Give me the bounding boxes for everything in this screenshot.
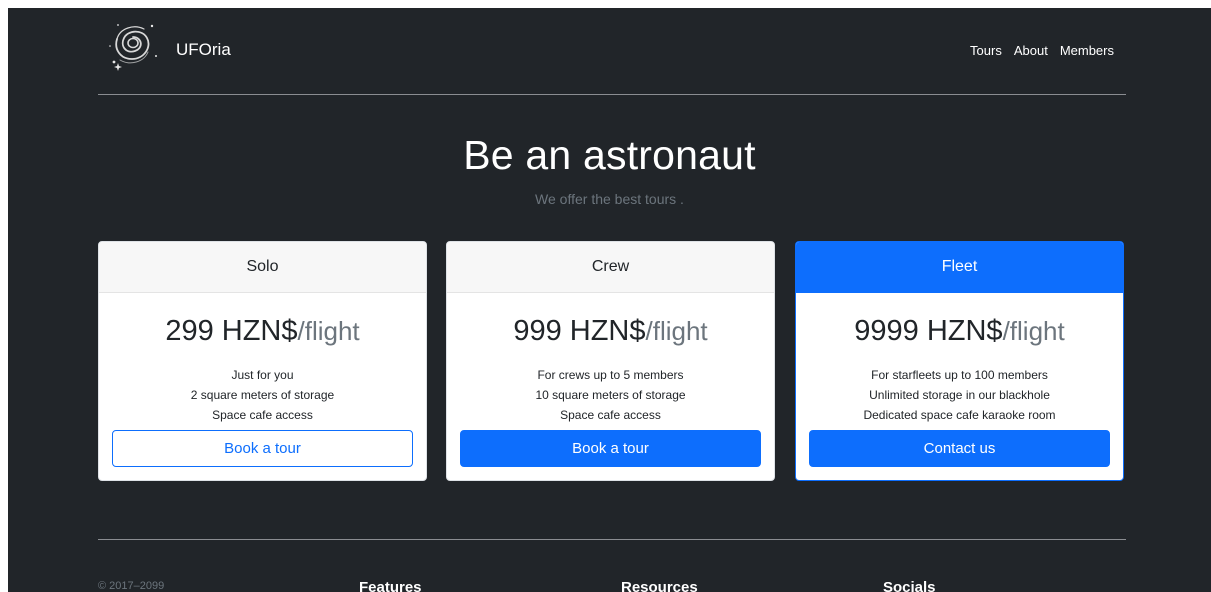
plan-card-crew: Crew 999 HZN$/flight For crews up to 5 m… bbox=[446, 241, 775, 481]
plan-card-fleet: Fleet 9999 HZN$/flight For starfleets up… bbox=[795, 241, 1124, 481]
plan-features: Just for you 2 square meters of storage … bbox=[99, 365, 426, 425]
plan-features: For starfleets up to 100 members Unlimit… bbox=[796, 365, 1123, 425]
page: UFOria Tours About Members Be an astrona… bbox=[8, 8, 1211, 592]
plan-price-amount: 299 HZN$ bbox=[165, 315, 298, 347]
plan-card-solo: Solo 299 HZN$/flight Just for you 2 squa… bbox=[98, 241, 427, 481]
spiral-galaxy-icon[interactable] bbox=[104, 16, 162, 74]
plan-price: 9999 HZN$/flight bbox=[796, 311, 1123, 351]
site-header: UFOria Tours About Members bbox=[98, 8, 1126, 95]
plan-name: Crew bbox=[447, 242, 774, 293]
plan-feature: Space cafe access bbox=[560, 408, 661, 422]
contact-us-button[interactable]: Contact us bbox=[809, 430, 1110, 467]
nav-members-link[interactable]: Members bbox=[1060, 43, 1114, 58]
hero-subtitle: We offer the best tours . bbox=[535, 191, 684, 207]
footer-heading-features: Features bbox=[359, 579, 422, 592]
nav-about-link[interactable]: About bbox=[1014, 43, 1048, 58]
plan-price: 299 HZN$/flight bbox=[99, 311, 426, 351]
footer-copyright: © 2017–2099 bbox=[98, 580, 165, 592]
main-nav: Tours About Members bbox=[970, 43, 1114, 58]
plan-feature: 10 square meters of storage bbox=[535, 388, 686, 402]
plan-feature: Dedicated space cafe karaoke room bbox=[863, 408, 1056, 422]
plan-price-period: /flight bbox=[645, 316, 708, 346]
hero-title: Be an astronaut bbox=[463, 132, 756, 178]
plan-price-period: /flight bbox=[1002, 316, 1065, 346]
nav-tours-link[interactable]: Tours bbox=[970, 43, 1002, 58]
plan-price-period: /flight bbox=[297, 316, 360, 346]
footer-divider bbox=[98, 539, 1126, 540]
footer-heading-socials: Socials bbox=[883, 579, 936, 592]
plan-name: Solo bbox=[99, 242, 426, 293]
book-tour-button-crew[interactable]: Book a tour bbox=[460, 430, 761, 467]
plan-feature: For crews up to 5 members bbox=[537, 368, 684, 382]
plan-feature: Space cafe access bbox=[212, 408, 313, 422]
plan-feature: For starfleets up to 100 members bbox=[871, 368, 1048, 382]
plan-name: Fleet bbox=[796, 242, 1123, 293]
footer-heading-resources: Resources bbox=[621, 579, 698, 592]
plan-feature: Just for you bbox=[231, 368, 294, 382]
plan-price-amount: 999 HZN$ bbox=[513, 315, 646, 347]
plan-feature: 2 square meters of storage bbox=[190, 388, 335, 402]
book-tour-button-solo[interactable]: Book a tour bbox=[112, 430, 413, 467]
plan-price-amount: 9999 HZN$ bbox=[854, 315, 1003, 347]
brand-name[interactable]: UFOria bbox=[176, 40, 231, 60]
plan-feature: Unlimited storage in our blackhole bbox=[869, 388, 1050, 402]
plan-features: For crews up to 5 members 10 square mete… bbox=[447, 365, 774, 425]
plan-price: 999 HZN$/flight bbox=[447, 311, 774, 351]
